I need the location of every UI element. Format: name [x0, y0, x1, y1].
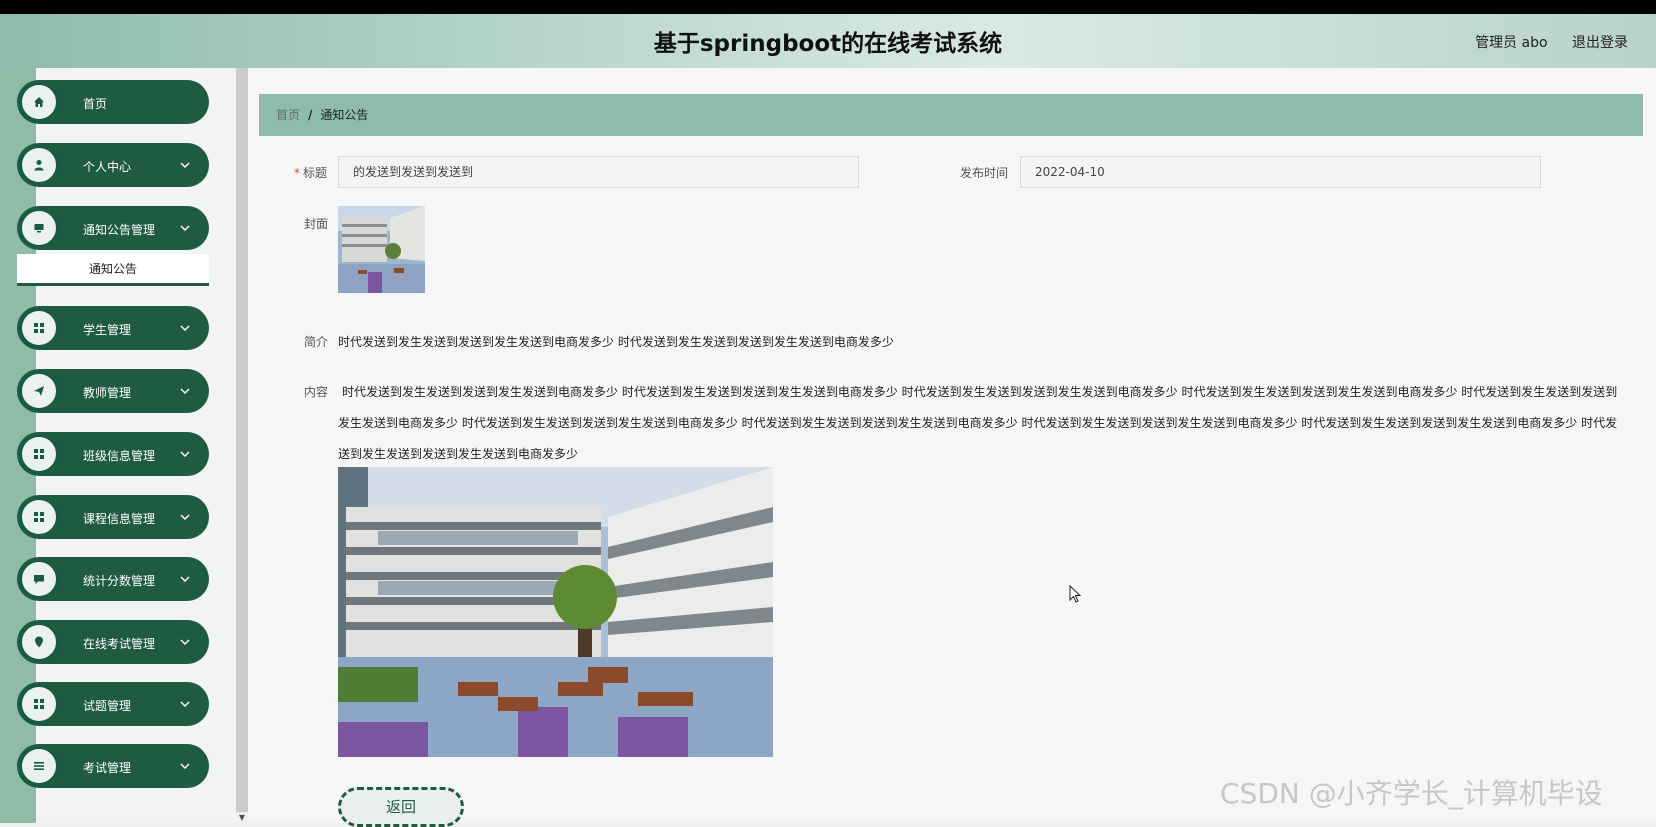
- required-mark: *: [294, 166, 300, 180]
- sidebar-item-teacher-management[interactable]: 教师管理: [17, 369, 209, 413]
- chevron-down-icon: [180, 325, 190, 331]
- chevron-down-icon: [180, 576, 190, 582]
- content-image: [338, 467, 773, 757]
- sidebar-item-exam-management[interactable]: 考试管理: [17, 744, 209, 788]
- sidebar-item-label: 班级信息管理: [83, 449, 156, 463]
- chevron-down-icon: [180, 451, 190, 457]
- chevron-down-icon: [180, 514, 190, 520]
- sidebar-subitem-notice[interactable]: 通知公告: [17, 254, 209, 286]
- user-label: 管理员 abo: [1475, 35, 1548, 51]
- sidebar-item-label: 统计分数管理: [83, 574, 156, 588]
- sidebar-item-label: 教师管理: [83, 386, 132, 400]
- sidebar-item-question-management[interactable]: 试题管理: [17, 682, 209, 726]
- sidebar-item-label: 个人中心: [83, 160, 132, 174]
- title-label: * 标题: [294, 164, 327, 181]
- intro-text: 时代发送到发生发送到发送到发生发送到电商发多少 时代发送到发生发送到发送到发生发…: [338, 335, 894, 349]
- cover-image[interactable]: [338, 206, 425, 293]
- send-icon: [19, 371, 59, 411]
- content-label: 内容: [304, 385, 329, 399]
- chevron-down-icon: [180, 639, 190, 645]
- person-icon: [19, 145, 59, 185]
- sidebar-item-course-management[interactable]: 课程信息管理: [17, 495, 209, 539]
- user-area: 管理员 abo 退出登录: [1455, 32, 1628, 52]
- watermark: CSDN @小齐学长_计算机毕设: [1220, 777, 1603, 810]
- sidebar-item-score-management[interactable]: 统计分数管理: [17, 557, 209, 601]
- chevron-down-icon: [180, 162, 190, 168]
- grid-icon: [19, 434, 59, 474]
- sidebar-item-label: 课程信息管理: [83, 512, 156, 526]
- home-icon: [19, 82, 59, 122]
- app-header: 基于springboot的在线考试系统 管理员 abo 退出登录: [0, 14, 1656, 68]
- sidebar-item-online-exam-management[interactable]: 在线考试管理: [17, 620, 209, 664]
- mouse-cursor-icon: [1069, 585, 1082, 603]
- content-text-line-1: 时代发送到发生发送到发送到发生发送到电商发多少 时代发送到发生发送到发送到发生发…: [342, 385, 1618, 399]
- grid-icon: [19, 684, 59, 724]
- breadcrumb-separator: /: [308, 108, 313, 122]
- publish-time-label: 发布时间: [960, 166, 1009, 180]
- chevron-down-icon: [180, 225, 190, 231]
- cover-label: 封面: [304, 217, 329, 231]
- scroll-down-arrow-icon[interactable]: ▼: [236, 812, 248, 823]
- list-icon: [19, 746, 59, 786]
- back-button[interactable]: 返回: [338, 787, 464, 827]
- breadcrumb-current: 通知公告: [320, 108, 369, 122]
- content-text-line-2: 发生发送到电商发多少 时代发送到发生发送到发送到发生发送到电商发多少 时代发送到…: [338, 416, 1618, 430]
- monitor-icon: [19, 208, 59, 248]
- sidebar-item-label: 试题管理: [83, 699, 132, 713]
- sidebar-item-notice-management[interactable]: 通知公告管理: [17, 206, 209, 250]
- sidebar-item-label: 通知公告管理: [83, 223, 156, 237]
- sidebar-item-student-management[interactable]: 学生管理: [17, 306, 209, 350]
- chevron-down-icon: [180, 763, 190, 769]
- sidebar-item-label: 在线考试管理: [83, 637, 156, 651]
- sidebar-item-label: 考试管理: [83, 761, 132, 775]
- title-label-text: 标题: [303, 166, 328, 180]
- chat-icon: [19, 559, 59, 599]
- grid-icon: [19, 497, 59, 537]
- grid-icon: [19, 308, 59, 348]
- location-icon: [19, 622, 59, 662]
- sidebar-item-personal-center[interactable]: 个人中心: [17, 143, 209, 187]
- sidebar-item-label: 学生管理: [83, 323, 132, 337]
- sidebar-scrollbar[interactable]: [236, 68, 248, 823]
- publish-time-input[interactable]: 2022-04-10: [1020, 156, 1541, 188]
- sidebar-item-class-management[interactable]: 班级信息管理: [17, 432, 209, 476]
- content-text-line-3: 送到发生发送到发送到发生发送到电商发多少: [338, 447, 579, 461]
- chevron-down-icon: [180, 388, 190, 394]
- sidebar-item-home[interactable]: 首页: [17, 80, 209, 124]
- chevron-down-icon: [180, 701, 190, 707]
- title-input[interactable]: 的发送到发送到发送到: [338, 156, 859, 188]
- logout-link[interactable]: 退出登录: [1572, 35, 1628, 51]
- breadcrumb: 首页 / 通知公告: [259, 94, 1643, 136]
- breadcrumb-home-link[interactable]: 首页: [276, 108, 300, 122]
- app-title: 基于springboot的在线考试系统: [653, 31, 1003, 57]
- sidebar-item-label: 首页: [83, 97, 108, 111]
- intro-label: 简介: [304, 335, 329, 349]
- window-top-bar: [0, 0, 1656, 14]
